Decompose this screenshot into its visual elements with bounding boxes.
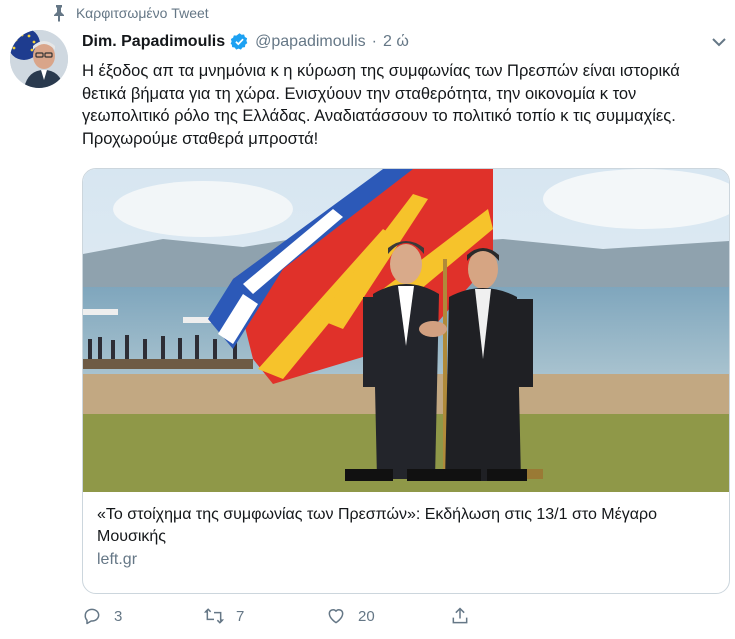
verified-badge-icon [230, 33, 248, 50]
author-name[interactable]: Dim. Papadimoulis [82, 33, 225, 51]
avatar-image [10, 30, 68, 88]
reply-button[interactable]: 3 [82, 606, 204, 626]
reply-icon [84, 608, 100, 625]
separator-dot: · [371, 32, 377, 50]
like-count: 20 [358, 607, 375, 625]
retweet-button[interactable]: 7 [204, 606, 326, 626]
tweet-timestamp[interactable]: 2 ώ [383, 33, 409, 51]
retweet-icon [204, 608, 224, 624]
pinned-text: Καρφιτσωμένο Tweet [76, 5, 209, 21]
tweet-actions: 3 7 20 [82, 606, 470, 626]
card-domain: left.gr [97, 551, 138, 568]
pinned-tweet-label: Καρφιτσωμένο Tweet [52, 4, 209, 22]
heart-icon [328, 609, 344, 624]
retweet-count: 7 [236, 607, 245, 625]
card-title[interactable]: «Το στοίχημα της συμφωνίας των Πρεσπών»:… [97, 504, 715, 548]
reply-count: 3 [114, 607, 123, 625]
link-card[interactable]: «Το στοίχημα της συμφωνίας των Πρεσπών»:… [82, 168, 730, 594]
share-button[interactable] [450, 606, 470, 626]
tweet-header: Dim. Papadimoulis @papadimoulis · 2 ώ [82, 32, 725, 51]
pin-icon [54, 5, 64, 22]
avatar[interactable] [10, 30, 68, 88]
share-icon [452, 607, 468, 624]
like-button[interactable]: 20 [326, 606, 450, 626]
tweet-text: Η έξοδος απ τα μνημόνια κ η κύρωση της σ… [82, 62, 680, 148]
chevron-down-icon[interactable] [711, 36, 727, 48]
author-handle[interactable]: @papadimoulis [255, 33, 366, 51]
card-image [83, 169, 729, 492]
